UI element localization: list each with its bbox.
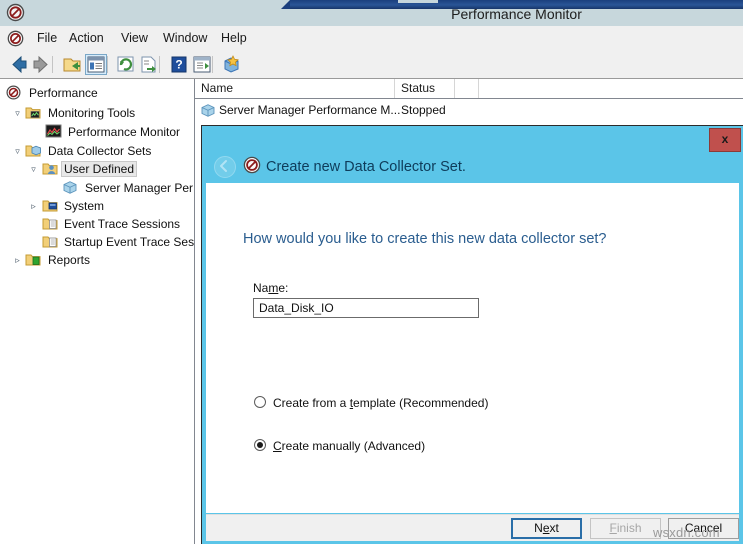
- cube-icon: [62, 180, 78, 195]
- console-tree-pane: Performance ▿ Monitoring Tools Performan…: [0, 79, 195, 544]
- back-arrow-circle-icon[interactable]: [214, 156, 236, 178]
- show-hide-console-tree-button[interactable]: [61, 54, 83, 75]
- folder-system-icon: [42, 198, 58, 213]
- dialog-header: Create new Data Collector Set.: [202, 152, 743, 183]
- name-field-label: Name:: [253, 281, 288, 295]
- dialog-question: How would you like to create this new da…: [243, 231, 607, 247]
- prohibition-icon: [6, 85, 22, 100]
- toolbar-separator: [107, 56, 108, 73]
- toolbar-separator: [52, 56, 53, 73]
- menu-window[interactable]: Window: [156, 26, 214, 51]
- row-cell-name: Server Manager Performance M...: [219, 101, 400, 120]
- folder-trace-icon: [42, 234, 58, 249]
- row-cell-status: Stopped: [401, 101, 446, 120]
- list-column-header: Name Status: [195, 79, 743, 99]
- app-icon: [6, 3, 25, 22]
- chevron-collapsed-icon[interactable]: ▹: [12, 255, 23, 266]
- tree-item-label: Startup Event Trace Ses: [61, 234, 195, 250]
- tree-item-performance-monitor[interactable]: Performance Monitor: [6, 124, 183, 141]
- properties-button[interactable]: [85, 54, 107, 75]
- name-input[interactable]: [253, 298, 479, 318]
- finish-button: Finish: [590, 518, 661, 539]
- tree-item-label: User Defined: [61, 161, 137, 177]
- menu-bar: File Action View Window Help: [0, 26, 743, 52]
- tree-item-system[interactable]: ▹ System: [6, 198, 107, 215]
- tree-item-label: Performance: [26, 85, 101, 101]
- toolbar: ?: [0, 51, 743, 79]
- cube-icon: [200, 103, 216, 124]
- tree-item-label: Performance Monitor: [65, 124, 183, 140]
- folder-sets-icon: [25, 143, 41, 158]
- menu-app-icon: [7, 30, 24, 47]
- chevron-collapsed-icon[interactable]: ▹: [28, 201, 39, 212]
- tree-item-label: Reports: [45, 252, 93, 268]
- tree-item-label: Event Trace Sessions: [61, 216, 183, 232]
- radio-label: Create manually (Advanced): [273, 438, 425, 454]
- table-row[interactable]: Server Manager Performance M... Stopped: [195, 101, 743, 120]
- prohibition-icon: [243, 156, 261, 174]
- tree-item-label: Data Collector Sets: [45, 143, 154, 159]
- refresh-button[interactable]: [115, 54, 137, 75]
- tree-item-label: Monitoring Tools: [45, 105, 138, 121]
- column-header-name[interactable]: Name: [195, 79, 395, 98]
- chevron-expanded-icon[interactable]: ▿: [12, 146, 23, 157]
- svg-text:?: ?: [175, 58, 182, 72]
- help-button[interactable]: ?: [168, 54, 190, 75]
- tree-item-performance[interactable]: Performance: [6, 85, 101, 102]
- folder-trace-icon: [42, 216, 58, 231]
- next-button[interactable]: Next: [511, 518, 582, 539]
- tree-item-reports[interactable]: ▹ Reports: [6, 252, 93, 269]
- radio-label: Create from a template (Recommended): [273, 395, 488, 411]
- column-header-extra[interactable]: [455, 79, 479, 98]
- folder-user-icon: [42, 161, 58, 176]
- window-title: Performance Monitor: [290, 2, 743, 26]
- export-list-button[interactable]: [138, 54, 160, 75]
- chevron-expanded-icon[interactable]: ▿: [12, 108, 23, 119]
- chevron-expanded-icon[interactable]: ▿: [28, 164, 39, 175]
- tree-item-label: System: [61, 198, 107, 214]
- toolbar-separator: [159, 56, 160, 73]
- forward-button[interactable]: [30, 54, 52, 75]
- radio-indicator[interactable]: [254, 396, 266, 408]
- tree-item-monitoring-tools[interactable]: ▿ Monitoring Tools: [6, 105, 138, 122]
- tree-item-label: Server Manager Per: [82, 180, 195, 196]
- new-data-collector-set-button[interactable]: [221, 54, 243, 75]
- dialog-title: Create new Data Collector Set.: [266, 152, 466, 183]
- folder-report-icon: [25, 252, 41, 267]
- menu-action[interactable]: Action: [62, 26, 111, 51]
- close-icon[interactable]: x: [709, 128, 741, 152]
- menu-view[interactable]: View: [114, 26, 155, 51]
- view-window-button[interactable]: [191, 54, 213, 75]
- tree-item-user-defined[interactable]: ▿ User Defined: [6, 161, 137, 178]
- column-header-status[interactable]: Status: [395, 79, 455, 98]
- folder-chart-icon: [25, 105, 41, 120]
- window-title-bar: Performance Monitor: [0, 0, 743, 26]
- tree-item-data-collector-sets[interactable]: ▿ Data Collector Sets: [6, 143, 154, 160]
- back-button[interactable]: [8, 54, 30, 75]
- toolbar-separator: [212, 56, 213, 73]
- menu-file[interactable]: File: [30, 26, 64, 51]
- tree-item-startup-event-trace-sessions[interactable]: Startup Event Trace Ses: [6, 234, 195, 251]
- tree-item-event-trace-sessions[interactable]: Event Trace Sessions: [6, 216, 183, 233]
- tree-item-server-manager-perf[interactable]: Server Manager Per: [6, 180, 195, 197]
- dialog-body: How would you like to create this new da…: [206, 183, 739, 513]
- create-data-collector-set-dialog: x Create new Data Collector Set. How wou…: [202, 126, 743, 544]
- watermark: wsxdn.com: [653, 525, 720, 540]
- chart-icon: [45, 124, 61, 139]
- menu-help[interactable]: Help: [214, 26, 254, 51]
- radio-indicator[interactable]: [254, 439, 266, 451]
